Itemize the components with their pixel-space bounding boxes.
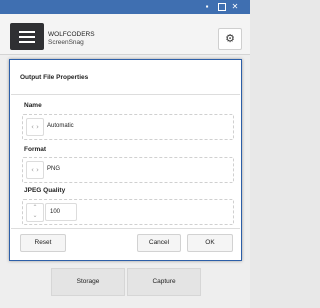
settings-button[interactable]: ⚙ (218, 28, 242, 50)
jpeg-quality-label: JPEG Quality (24, 187, 66, 194)
app-name: WOLFCODERS (48, 31, 95, 38)
name-label: Name (24, 102, 42, 109)
maximize-button[interactable] (217, 2, 227, 12)
minimize-button[interactable]: ▪ (202, 2, 212, 12)
output-file-properties-dialog: Output File Properties Name ‹ › Automati… (9, 59, 242, 261)
reset-button[interactable]: Reset (20, 234, 66, 252)
dialog-title: Output File Properties (20, 74, 89, 81)
storage-button[interactable]: Storage (51, 268, 125, 296)
jpeg-quality-input[interactable]: 100 (45, 203, 77, 221)
cancel-button[interactable]: Cancel (137, 234, 181, 252)
format-value: PNG (47, 166, 61, 172)
app-window: ▪ ✕ WOLFCODERS ScreenSnag ⚙ Output File … (0, 0, 250, 308)
app-header: WOLFCODERS ScreenSnag (0, 14, 250, 55)
divider (11, 94, 240, 95)
jpeg-quality-field: ⌃ ⌄ 100 (22, 199, 234, 225)
maximize-icon (218, 3, 226, 11)
name-value: Automatic (47, 123, 74, 129)
gear-icon: ⚙ (225, 33, 235, 45)
hamburger-icon (19, 31, 35, 33)
format-field[interactable]: ‹ › PNG (22, 157, 234, 183)
code-icon[interactable]: ‹ › (26, 161, 44, 179)
hamburger-icon-bar (19, 36, 35, 38)
quality-stepper[interactable]: ⌃ ⌄ (26, 203, 44, 222)
chevron-down-icon[interactable]: ⌄ (27, 212, 43, 220)
divider (11, 228, 240, 229)
menu-button[interactable] (10, 23, 44, 50)
code-icon[interactable]: ‹ › (26, 118, 44, 136)
ok-button[interactable]: OK (187, 234, 233, 252)
format-label: Format (24, 146, 47, 153)
capture-button[interactable]: Capture (127, 268, 201, 296)
chevron-up-icon[interactable]: ⌃ (27, 204, 43, 212)
title-bar: ▪ ✕ (0, 0, 250, 14)
hamburger-icon-bar (19, 41, 35, 43)
name-field[interactable]: ‹ › Automatic (22, 114, 234, 140)
app-subtitle: ScreenSnag (48, 39, 84, 46)
close-button[interactable]: ✕ (230, 2, 240, 12)
